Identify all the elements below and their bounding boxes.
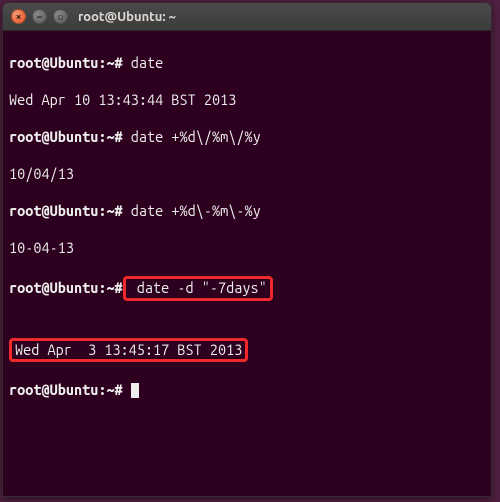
close-button[interactable]: × — [11, 9, 26, 24]
maximize-button[interactable]: ▫ — [53, 9, 68, 24]
titlebar: × − ▫ root@Ubuntu: ~ — [3, 3, 491, 31]
prompt: root@Ubuntu:~# — [9, 381, 123, 398]
prompt: root@Ubuntu:~# — [9, 279, 123, 296]
terminal-line: root@Ubuntu:~# date +%d\/%m\/%y — [9, 128, 485, 147]
terminal-output: 10/04/13 — [9, 165, 485, 184]
terminal-line: root@Ubuntu:~# date -d "-7days" — [9, 276, 485, 301]
terminal-output: Wed Apr 10 13:43:44 BST 2013 — [9, 91, 485, 110]
prompt: root@Ubuntu:~# — [9, 128, 123, 145]
window-title: root@Ubuntu: ~ — [78, 10, 176, 24]
highlighted-output: Wed Apr 3 13:45:17 BST 2013 — [9, 338, 248, 363]
terminal-body[interactable]: root@Ubuntu:~# date Wed Apr 10 13:43:44 … — [3, 31, 491, 496]
terminal-output: 10-04-13 — [9, 239, 485, 258]
prompt: root@Ubuntu:~# — [9, 54, 123, 71]
command-text: date +%d\/%m\/%y — [123, 128, 261, 145]
terminal-window: × − ▫ root@Ubuntu: ~ root@Ubuntu:~# date… — [2, 2, 492, 497]
window-controls: × − ▫ — [11, 9, 68, 24]
command-text: date +%d\-%m\-%y — [123, 202, 261, 219]
command-text: date — [123, 54, 164, 71]
terminal-line: root@Ubuntu:~# — [9, 381, 485, 400]
terminal-line: Wed Apr 3 13:45:17 BST 2013 — [9, 338, 485, 363]
terminal-line: root@Ubuntu:~# date — [9, 54, 485, 73]
prompt: root@Ubuntu:~# — [9, 202, 123, 219]
highlighted-command: date -d "-7days" — [123, 276, 273, 301]
cursor — [131, 383, 139, 398]
terminal-line: root@Ubuntu:~# date +%d\-%m\-%y — [9, 202, 485, 221]
minimize-button[interactable]: − — [32, 9, 47, 24]
